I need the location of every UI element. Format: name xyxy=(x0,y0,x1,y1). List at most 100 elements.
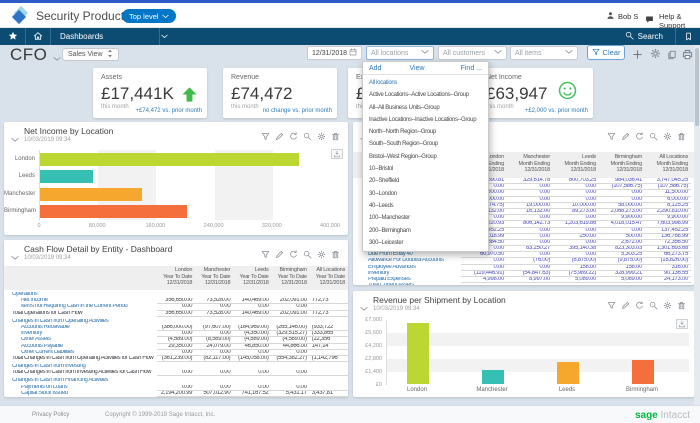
view-selector[interactable]: Sales View xyxy=(62,48,119,61)
zoom-icon[interactable] xyxy=(649,297,658,315)
cell: 0.00 xyxy=(233,370,271,376)
zoom-icon[interactable] xyxy=(303,246,312,264)
location-option[interactable]: All--All Business Units--Group xyxy=(363,102,488,114)
chart-export-button[interactable] xyxy=(331,149,343,159)
widget-settings-icon[interactable] xyxy=(317,128,326,146)
location-option[interactable]: 30--London xyxy=(363,188,488,200)
widget-header: Cash Flow Detail by Entity - Dashboard 1… xyxy=(4,240,348,266)
kpi-card-revenue[interactable]: Revenue £74,472 this month no change vs.… xyxy=(223,68,337,118)
filter-icon[interactable] xyxy=(261,128,270,146)
cell xyxy=(507,283,553,285)
widget-toolbar xyxy=(261,246,340,264)
location-option[interactable]: All locations xyxy=(363,77,488,89)
delete-widget-icon[interactable] xyxy=(677,297,686,315)
row-label[interactable]: Total Current Assets xyxy=(359,283,461,285)
collapse-widget-icon[interactable] xyxy=(360,299,368,317)
dashboards-menu[interactable]: Dashboards xyxy=(51,28,159,45)
bar-birmingham[interactable] xyxy=(632,360,654,384)
widget-cash-flow-detail: Cash Flow Detail by Entity - Dashboard 1… xyxy=(4,240,348,397)
axis-tick: £7,000 xyxy=(353,317,382,323)
bar-manchester[interactable] xyxy=(40,188,142,201)
edit-icon[interactable] xyxy=(275,246,284,264)
location-option[interactable]: Bristol--West Region--Group xyxy=(363,151,488,163)
dropdown-view-link[interactable]: View xyxy=(409,65,424,72)
delete-widget-icon[interactable] xyxy=(331,246,340,264)
locations-filter-select[interactable]: All locations xyxy=(366,46,434,60)
customers-filter-select[interactable]: All customers xyxy=(438,46,507,60)
add-widget-icon[interactable] xyxy=(632,47,643,65)
bar-london[interactable] xyxy=(40,153,299,166)
category-label: Leeds xyxy=(4,173,35,179)
dashboard-settings-icon[interactable] xyxy=(650,46,661,64)
dropdown-find-link[interactable]: Find ... xyxy=(461,65,482,72)
filter-icon[interactable] xyxy=(607,297,616,315)
clear-filters-button[interactable]: Clear xyxy=(587,45,625,60)
dashboard-screen: Security Products Top level Bob S Help &… xyxy=(0,0,700,423)
edit-icon[interactable] xyxy=(621,297,630,315)
duplicate-icon[interactable] xyxy=(667,47,677,65)
chevron-down-icon xyxy=(161,32,168,41)
location-option[interactable]: North--North Region--Group xyxy=(363,126,488,138)
row-label: Total Changes in Cash from Investing Act… xyxy=(12,370,157,376)
axis-tick: £2,800 xyxy=(353,356,382,362)
widget-settings-icon[interactable] xyxy=(663,297,672,315)
items-filter-select[interactable]: All items xyxy=(510,46,578,60)
collapse-widget-icon[interactable] xyxy=(11,130,19,148)
refresh-icon[interactable] xyxy=(289,128,298,146)
edit-icon[interactable] xyxy=(621,128,630,146)
location-option[interactable]: 10--Bristol xyxy=(363,163,488,175)
bar-manchester[interactable] xyxy=(482,370,504,384)
refresh-icon[interactable] xyxy=(289,246,298,264)
dropdown-add-link[interactable]: Add xyxy=(369,65,381,72)
cell xyxy=(461,283,507,285)
print-icon[interactable] xyxy=(682,47,693,65)
location-option[interactable]: 200--Birmingham xyxy=(363,225,488,237)
bar-leeds[interactable] xyxy=(40,170,93,183)
axis-tick: £4,200 xyxy=(353,343,382,349)
report-date-input[interactable]: 12/31/2018 xyxy=(307,46,362,60)
kpi-card-assets[interactable]: Assets £17,441K this month +£74,472 vs. … xyxy=(93,68,207,118)
axis-tick: 400,000 xyxy=(320,223,340,229)
chart-export-button[interactable] xyxy=(676,319,688,329)
search-button[interactable]: Search xyxy=(613,31,675,42)
star-icon xyxy=(8,28,18,46)
location-option[interactable]: Inactive Locations--Inactive Locations--… xyxy=(363,114,488,126)
user-menu[interactable]: Bob S xyxy=(606,11,638,22)
top-bar: Security Products Top level Bob S Help &… xyxy=(0,3,700,28)
location-option[interactable]: Active Locations--Active Locations--Grou… xyxy=(363,89,488,101)
refresh-icon[interactable] xyxy=(635,297,644,315)
main-nav-bar: Dashboards Search xyxy=(0,28,700,45)
feedback-icon[interactable] xyxy=(645,11,654,29)
kpi-card-net-income[interactable]: Net Income £63,947 this month +£2,000 vs… xyxy=(478,68,593,118)
location-option[interactable]: 100--Manchester xyxy=(363,212,488,224)
page-title: CFO xyxy=(10,45,47,65)
filter-icon[interactable] xyxy=(261,246,270,264)
delete-widget-icon[interactable] xyxy=(331,128,340,146)
widget-settings-icon[interactable] xyxy=(663,128,672,146)
refresh-icon[interactable] xyxy=(635,128,644,146)
bar-birmingham[interactable] xyxy=(40,205,187,218)
collapse-widget-icon[interactable] xyxy=(11,248,19,266)
zoom-icon[interactable] xyxy=(303,128,312,146)
home-nav-item[interactable] xyxy=(26,28,50,45)
cell: (361,239.00) xyxy=(157,356,195,362)
page-title-chevron-icon[interactable] xyxy=(53,49,61,67)
category-label: Manchester xyxy=(4,191,35,197)
location-option[interactable]: 40--Leeds xyxy=(363,200,488,212)
bar-leeds[interactable] xyxy=(557,362,579,384)
edit-icon[interactable] xyxy=(275,128,284,146)
filter-icon[interactable] xyxy=(607,128,616,146)
entity-selector-button[interactable]: Top level xyxy=(122,9,176,23)
bookmark-button[interactable] xyxy=(676,28,700,46)
bar-london[interactable] xyxy=(407,323,429,384)
privacy-policy-link[interactable]: Privacy Policy xyxy=(32,412,69,418)
delete-widget-icon[interactable] xyxy=(677,128,686,146)
widget-settings-icon[interactable] xyxy=(317,246,326,264)
location-option[interactable]: 20--Sheffield xyxy=(363,175,488,187)
location-option[interactable]: South--South Region--Group xyxy=(363,138,488,150)
zoom-icon[interactable] xyxy=(649,128,658,146)
scrollbar-thumb[interactable] xyxy=(695,48,699,126)
favorites-nav-item[interactable] xyxy=(0,28,25,45)
vertical-scrollbar[interactable] xyxy=(694,45,700,405)
location-option[interactable]: 300--Leicester xyxy=(363,237,488,249)
